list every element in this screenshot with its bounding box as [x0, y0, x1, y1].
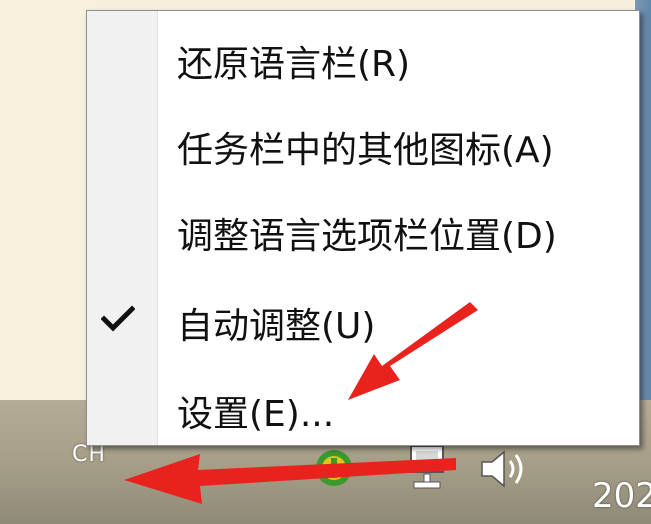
- checkmark-icon: [101, 305, 135, 332]
- menu-item-label: 设置(E)...: [177, 394, 335, 435]
- language-bar-context-menu: 还原语言栏(R) 任务栏中的其他图标(A) 调整语言选项栏位置(D) 自动调整(…: [86, 10, 640, 446]
- menu-item-other-taskbar-icons[interactable]: 任务栏中的其他图标(A): [87, 103, 639, 183]
- menu-item-label: 任务栏中的其他图标(A): [177, 130, 554, 171]
- menu-item-auto-adjust[interactable]: 自动调整(U): [87, 279, 639, 359]
- menu-item-label: 还原语言栏(R): [177, 44, 411, 85]
- network-icon[interactable]: [408, 442, 452, 492]
- menu-item-restore-language-bar[interactable]: 还原语言栏(R): [87, 17, 639, 97]
- menu-item-label: 自动调整(U): [177, 306, 376, 347]
- security-shield-icon[interactable]: [314, 446, 354, 490]
- menu-item-adjust-language-bar-position[interactable]: 调整语言选项栏位置(D): [87, 189, 639, 269]
- volume-icon[interactable]: [478, 446, 528, 492]
- clock-year-fragment[interactable]: 202: [592, 476, 651, 516]
- menu-item-settings[interactable]: 设置(E)...: [87, 367, 639, 447]
- menu-item-label: 调整语言选项栏位置(D): [177, 216, 557, 257]
